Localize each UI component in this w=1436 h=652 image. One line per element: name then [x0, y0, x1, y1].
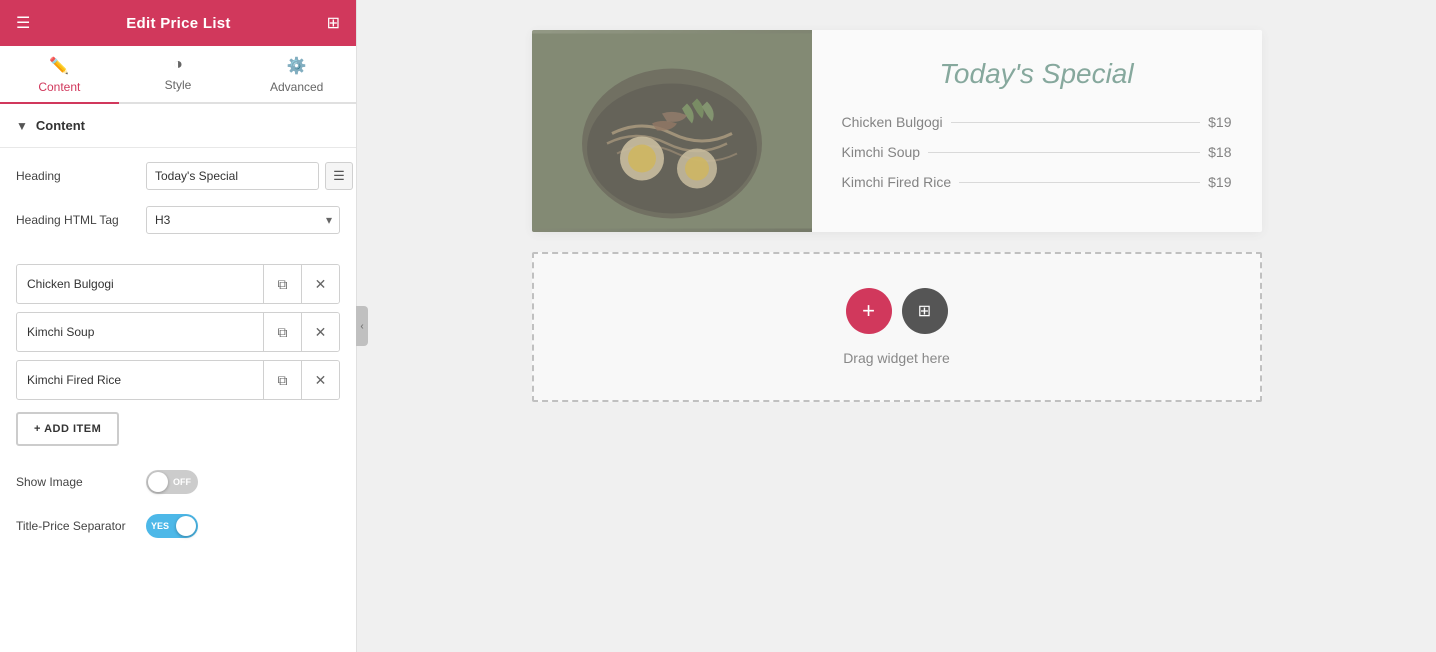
- heading-row: Heading ☰: [16, 162, 340, 190]
- form-section: Heading ☰ Heading HTML Tag H1 H2 H3 H4: [0, 148, 356, 264]
- list-item: Kimchi Soup ⧉ ✕: [16, 312, 340, 352]
- duplicate-item-button[interactable]: ⧉: [263, 313, 301, 351]
- advanced-tab-icon: ⚙️: [287, 56, 307, 76]
- left-panel: ☰ Edit Price List ⊞ ✏️ Content ◑ Style ⚙…: [0, 0, 357, 652]
- top-bar-title: Edit Price List: [126, 15, 231, 32]
- card-content: Today's Special Chicken Bulgogi $19 Kimc…: [812, 30, 1262, 232]
- price-separator: [951, 122, 1200, 123]
- tab-content[interactable]: ✏️ Content: [0, 46, 119, 104]
- price-item-name: Kimchi Soup: [842, 144, 921, 160]
- hamburger-icon[interactable]: ☰: [16, 13, 30, 33]
- title-price-separator-label: Title-Price Separator: [16, 519, 146, 533]
- drag-widget-area[interactable]: + ⊞ Drag widget here: [532, 252, 1262, 402]
- right-panel: Today's Special Chicken Bulgogi $19 Kimc…: [357, 0, 1436, 652]
- item-name: Kimchi Fired Rice: [17, 363, 263, 397]
- delete-item-button[interactable]: ✕: [301, 313, 339, 351]
- heading-input[interactable]: [146, 162, 319, 190]
- items-list: Chicken Bulgogi ⧉ ✕ Kimchi Soup ⧉ ✕ Kimc…: [0, 264, 356, 400]
- item-actions: ⧉ ✕: [263, 361, 339, 399]
- top-bar: ☰ Edit Price List ⊞: [0, 0, 356, 46]
- drag-widget-icons: + ⊞: [846, 288, 948, 334]
- item-actions: ⧉ ✕: [263, 313, 339, 351]
- tab-content-label: Content: [38, 80, 80, 94]
- price-value: $19: [1208, 114, 1231, 130]
- title-price-separator-toggle[interactable]: YES: [146, 514, 198, 538]
- heading-html-tag-select-wrapper: H1 H2 H3 H4 H5 H6 ▾: [146, 206, 340, 234]
- heading-html-tag-label: Heading HTML Tag: [16, 213, 146, 227]
- item-name: Kimchi Soup: [17, 315, 263, 349]
- drag-widget-text: Drag widget here: [843, 350, 950, 366]
- grid-icon[interactable]: ⊞: [327, 13, 340, 33]
- add-item-button[interactable]: + ADD ITEM: [16, 412, 119, 446]
- heading-control: ☰: [146, 162, 353, 190]
- item-actions: ⧉ ✕: [263, 265, 339, 303]
- tab-style-label: Style: [165, 78, 192, 92]
- heading-html-tag-row: Heading HTML Tag H1 H2 H3 H4 H5 H6 ▾: [16, 206, 340, 234]
- toggle-off-text: OFF: [173, 477, 191, 487]
- list-item: Chicken Bulgogi ⧉ ✕: [16, 264, 340, 304]
- heading-label: Heading: [16, 169, 146, 183]
- card-image: [532, 30, 812, 232]
- price-item: Chicken Bulgogi $19: [842, 114, 1232, 130]
- add-widget-button[interactable]: +: [846, 288, 892, 334]
- section-title: Content: [36, 118, 85, 133]
- show-image-label: Show Image: [16, 475, 146, 489]
- collapse-panel-handle[interactable]: ‹: [356, 306, 368, 346]
- price-item: Kimchi Fired Rice $19: [842, 174, 1232, 190]
- panel-content: ▼ Content Heading ☰ Heading HTML Tag H1: [0, 104, 356, 652]
- title-price-separator-toggle-row: Title-Price Separator YES: [0, 506, 356, 546]
- tab-advanced[interactable]: ⚙️ Advanced: [237, 46, 356, 104]
- style-tab-icon: ◑: [173, 56, 183, 74]
- tab-advanced-label: Advanced: [270, 80, 323, 94]
- content-tab-icon: ✏️: [49, 56, 69, 76]
- show-image-toggle-row: Show Image OFF: [0, 462, 356, 502]
- card-title: Today's Special: [842, 58, 1232, 90]
- duplicate-item-button[interactable]: ⧉: [263, 361, 301, 399]
- show-image-toggle[interactable]: OFF: [146, 470, 198, 494]
- delete-item-button[interactable]: ✕: [301, 265, 339, 303]
- toggle-thumb: [148, 472, 168, 492]
- price-item-name: Kimchi Fired Rice: [842, 174, 952, 190]
- heading-html-tag-control: H1 H2 H3 H4 H5 H6 ▾: [146, 206, 340, 234]
- price-item-name: Chicken Bulgogi: [842, 114, 943, 130]
- toggle-thumb: [176, 516, 196, 536]
- price-value: $18: [1208, 144, 1231, 160]
- widget-library-button[interactable]: ⊞: [902, 288, 948, 334]
- tabs: ✏️ Content ◑ Style ⚙️ Advanced: [0, 46, 356, 104]
- heading-menu-button[interactable]: ☰: [325, 162, 353, 190]
- price-separator: [959, 182, 1200, 183]
- chevron-down-icon: ▼: [16, 119, 28, 133]
- tab-style[interactable]: ◑ Style: [119, 46, 238, 104]
- duplicate-item-button[interactable]: ⧉: [263, 265, 301, 303]
- heading-html-tag-select[interactable]: H1 H2 H3 H4 H5 H6: [146, 206, 340, 234]
- item-name: Chicken Bulgogi: [17, 267, 263, 301]
- price-value: $19: [1208, 174, 1231, 190]
- toggle-on-text: YES: [151, 521, 169, 531]
- price-list-card: Today's Special Chicken Bulgogi $19 Kimc…: [532, 30, 1262, 232]
- list-item: Kimchi Fired Rice ⧉ ✕: [16, 360, 340, 400]
- price-separator: [928, 152, 1200, 153]
- section-header-content[interactable]: ▼ Content: [0, 104, 356, 148]
- delete-item-button[interactable]: ✕: [301, 361, 339, 399]
- price-item: Kimchi Soup $18: [842, 144, 1232, 160]
